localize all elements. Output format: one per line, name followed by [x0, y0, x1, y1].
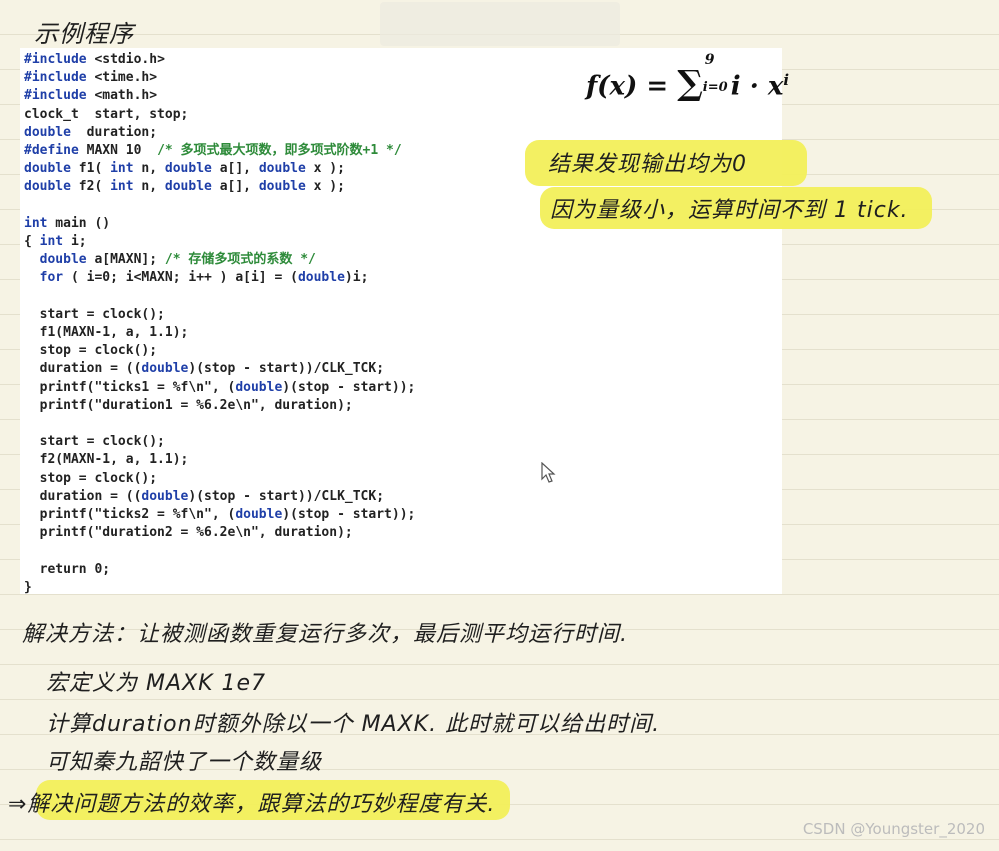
code-line: #include <math.h>: [24, 88, 158, 104]
mouse-cursor-icon: [541, 462, 556, 483]
code-line: double a[MAXN]; /* 存储多项式的系数 */: [39, 252, 316, 268]
code-line: for ( i=0; i<MAXN; i++ ) a[i] = (double)…: [39, 270, 369, 286]
code-line: }: [24, 579, 32, 595]
code-line: printf("duration1 = %6.2e\n", duration);: [24, 397, 353, 413]
note-qin-faster: 可知秦九韶快了一个数量级: [46, 750, 323, 775]
code-line: f2(MAXN-1, a, 1.1);: [24, 452, 189, 468]
formula-lhs: f(x) =: [586, 71, 678, 102]
code-line: printf("duration2 = %6.2e\n", duration);: [24, 525, 353, 541]
code-line: duration = ((double)(stop - start))/CLK_…: [24, 488, 385, 504]
code-line: #include <stdio.h>: [24, 52, 165, 67]
formula-term: i · x: [730, 71, 784, 102]
formula-exponent: i: [783, 71, 790, 89]
code-line: #define MAXN 10 /* 多项式最大项数，即多项式阶数+1 */: [24, 143, 402, 158]
note-macro-def: 宏定义为 MAXK 1e7: [46, 671, 267, 696]
code-line: stop = clock();: [24, 470, 158, 486]
csdn-watermark: CSDN @Youngster_2020: [802, 820, 985, 838]
code-line: int main (): [24, 215, 111, 231]
polynomial-formula: f(x) = ∑ 9 i=0 i · xi: [586, 52, 790, 104]
code-line: duration = ((double)(stop - start))/CLK_…: [24, 361, 385, 377]
sum-symbol: ∑: [677, 63, 703, 104]
code-screenshot: #include <stdio.h> #include <time.h> #incl…: [20, 48, 789, 595]
code-line: start = clock();: [24, 434, 165, 450]
code-line: printf("ticks1 = %f\n", (double)(stop - …: [24, 379, 416, 395]
code-line: stop = clock();: [24, 343, 158, 359]
code-line: return 0;: [24, 561, 111, 577]
note-reason-tick: 因为量级小，运算时间不到 1 tick.: [550, 198, 909, 223]
note-conclusion: ⇒解决问题方法的效率，跟算法的巧妙程度有关.: [8, 792, 496, 817]
code-line: double duration;: [24, 124, 158, 140]
note-divide-maxk: 计算duration时额外除以一个 MAXK. 此时就可以给出时间.: [46, 712, 661, 737]
sum-upper-limit: 9: [704, 52, 715, 68]
code-line: f1(MAXN-1, a, 1.1);: [24, 325, 189, 340]
code-line: clock_t start, stop;: [24, 106, 189, 122]
blurred-header-area: [380, 2, 620, 46]
code-line: #include <time.h>: [24, 70, 158, 86]
code-line: printf("ticks2 = %f\n", (double)(stop - …: [24, 507, 416, 522]
code-line: start = clock();: [24, 306, 165, 322]
note-solution: 解决方法：让被测函数重复运行多次，最后测平均运行时间.: [22, 622, 628, 647]
code-line: double f1( int n, double a[], double x )…: [24, 161, 345, 177]
code-line: { int i;: [24, 234, 87, 249]
note-result-zero: 结果发现输出均为0: [548, 152, 747, 177]
code-line: double f2( int n, double a[], double x )…: [24, 179, 345, 195]
handwritten-title: 示例程序: [34, 20, 134, 48]
sum-lower-limit: i=0: [702, 80, 728, 95]
